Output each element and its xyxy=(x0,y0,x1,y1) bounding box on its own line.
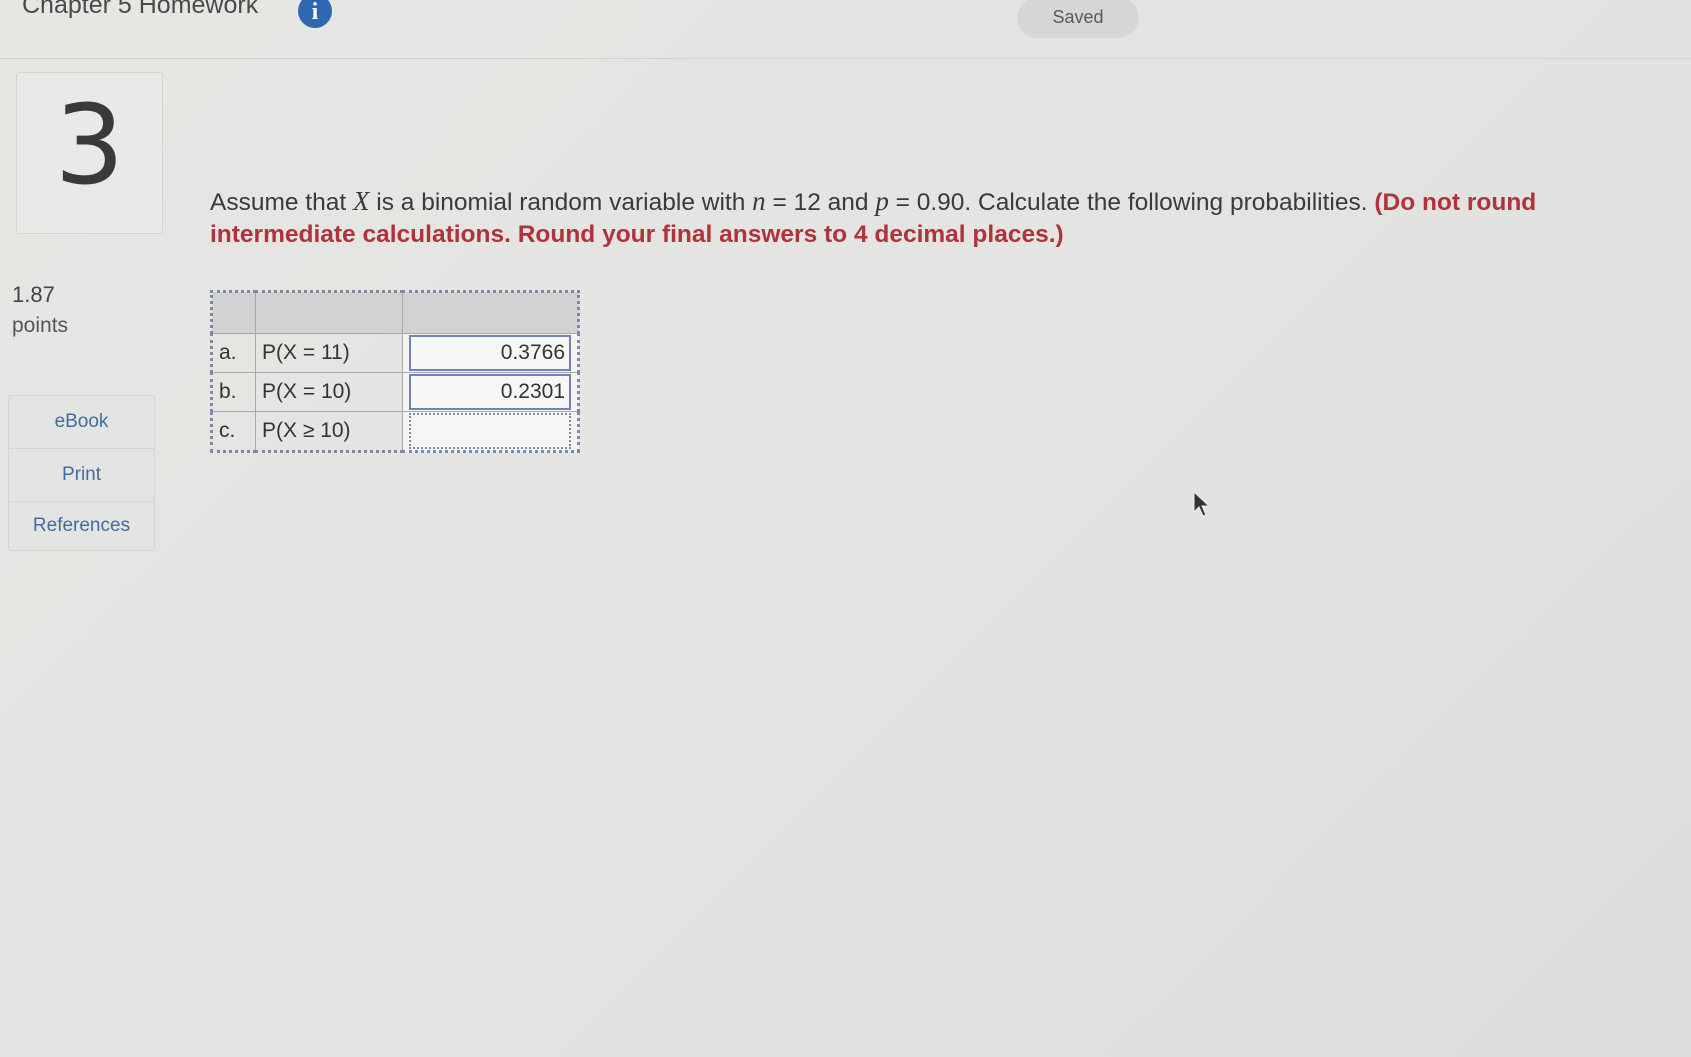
question-text: Assume that X is a binomial random varia… xyxy=(210,185,1691,251)
side-links-panel: eBook Print References xyxy=(8,395,155,551)
row-letter: c. xyxy=(211,411,256,452)
question-text-part: is a binomial random variable with xyxy=(369,189,753,216)
question-number: 3 xyxy=(54,81,125,209)
saved-status-button[interactable]: Saved xyxy=(1017,0,1139,38)
assignment-title: Chapter 5 Homework xyxy=(22,0,259,19)
answer-input-b[interactable] xyxy=(409,374,571,410)
print-link[interactable]: Print xyxy=(9,449,154,502)
row-expression: P(X ≥ 10) xyxy=(255,411,403,452)
answer-input-c[interactable] xyxy=(409,413,571,449)
info-icon[interactable]: i xyxy=(298,0,332,28)
question-text-part: Assume that xyxy=(210,189,353,216)
table-row: c. P(X ≥ 10) xyxy=(211,411,579,452)
answer-input-a[interactable] xyxy=(409,335,571,371)
question-text-part: = 12 and xyxy=(765,189,876,216)
points-label: points xyxy=(12,314,69,337)
question-number-box: 3 xyxy=(16,72,163,234)
row-letter: b. xyxy=(211,372,256,412)
row-expression: P(X = 10) xyxy=(255,372,403,412)
ebook-link[interactable]: eBook xyxy=(9,396,154,449)
variable-x: X xyxy=(352,186,370,216)
instruction-text: (Do not round xyxy=(1374,189,1537,216)
instruction-text: intermediate calculations. Round your fi… xyxy=(210,221,1064,248)
table-header-row xyxy=(211,291,579,334)
table-row: b. P(X = 10) xyxy=(211,372,579,412)
table-row: a. P(X = 11) xyxy=(211,333,579,373)
references-link[interactable]: References xyxy=(9,502,154,550)
answer-table: a. P(X = 11) b. P(X = 10) c. P(X ≥ 10) xyxy=(210,290,580,453)
variable-n: n xyxy=(752,186,766,216)
top-bar: Chapter 5 Homework i Saved xyxy=(0,0,1691,59)
question-text-part: = 0.90. Calculate the following probabil… xyxy=(888,189,1375,216)
points-value: 1.87 xyxy=(12,282,55,307)
variable-p: p xyxy=(875,186,889,216)
row-expression: P(X = 11) xyxy=(255,333,403,373)
mouse-pointer-icon xyxy=(1193,490,1211,517)
row-letter: a. xyxy=(211,333,256,373)
